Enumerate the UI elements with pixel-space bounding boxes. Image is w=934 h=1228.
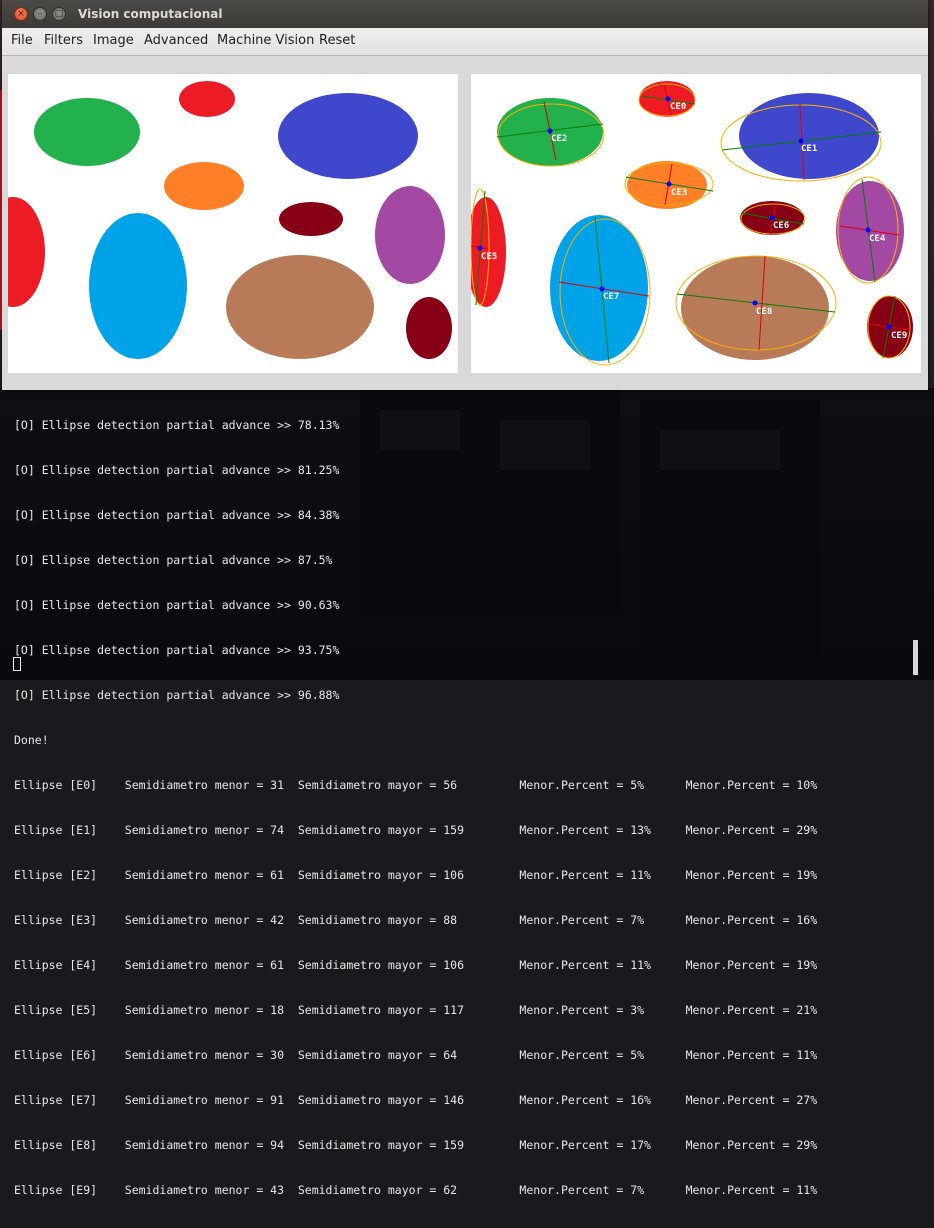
label-ce6: CE6 [773, 221, 789, 231]
menu-file[interactable]: File [11, 33, 33, 48]
terminal-line: [O] Ellipse detection partial advance >>… [14, 463, 340, 477]
terminal-cursor [13, 657, 21, 671]
ellipse-purple [375, 186, 445, 284]
center-point-e3 [666, 181, 672, 187]
label-ce8: CE8 [756, 307, 772, 317]
label-ce5: CE5 [481, 252, 497, 262]
center-point-e7 [599, 286, 605, 292]
terminal-output[interactable]: [O] Ellipse detection partial advance >>… [0, 388, 934, 1197]
ellipse-lightblue [89, 213, 187, 359]
terminal-scrollbar[interactable] [913, 640, 918, 675]
terminal-line: Ellipse [E2] Semidiametro menor = 61 Sem… [14, 868, 818, 882]
terminal-line: [O] Ellipse detection partial advance >>… [14, 508, 340, 522]
ellipse-darkred-small [279, 202, 343, 236]
label-ce1: CE1 [801, 144, 817, 154]
ellipse-brown [226, 255, 374, 359]
minimize-icon: – [37, 8, 43, 19]
label-ce0: CE0 [670, 102, 686, 112]
label-ce7: CE7 [603, 292, 619, 302]
window-title: Vision computacional [78, 7, 223, 21]
terminal-line: [O] Ellipse detection partial advance >>… [14, 643, 340, 657]
terminal-line: [O] Ellipse detection partial advance >>… [14, 553, 333, 567]
label-ce9: CE9 [891, 331, 907, 341]
center-point-e5 [477, 245, 483, 251]
terminal-line: Ellipse [E9] Semidiametro menor = 43 Sem… [14, 1183, 818, 1197]
ellipse-red-tall [8, 197, 45, 307]
label-ce3: CE3 [671, 188, 687, 198]
terminal-line: [O] Ellipse detection partial advance >>… [14, 688, 340, 702]
center-point-e2 [547, 128, 553, 134]
terminal-line: Ellipse [E4] Semidiametro menor = 61 Sem… [14, 958, 818, 972]
ellipse-blue [278, 93, 418, 179]
ellipse-darkred [406, 297, 452, 359]
original-image-pane [8, 74, 458, 373]
title-bar[interactable]: × – □ Vision computacional [2, 0, 928, 28]
ellipse-green [34, 98, 140, 166]
minimize-button[interactable]: – [33, 7, 47, 21]
terminal-line: Ellipse [E3] Semidiametro menor = 42 Sem… [14, 913, 818, 927]
terminal-line: Ellipse [E7] Semidiametro menor = 91 Sem… [14, 1093, 818, 1107]
detected-ellipse-e8 [681, 256, 829, 360]
maximize-icon: □ [54, 8, 64, 19]
maximize-button[interactable]: □ [52, 7, 66, 21]
terminal-line: Ellipse [E0] Semidiametro menor = 31 Sem… [14, 778, 818, 792]
menu-bar: File Filters Image Advanced Machine Visi… [2, 28, 928, 56]
app-window: × – □ Vision computacional File Filters … [2, 0, 928, 390]
close-button[interactable]: × [14, 7, 28, 21]
detected-ellipse-e1 [739, 93, 879, 179]
center-point-e6 [769, 215, 775, 221]
terminal-line: [O] Ellipse detection partial advance >>… [14, 598, 340, 612]
terminal-line: Ellipse [E6] Semidiametro menor = 30 Sem… [14, 1048, 818, 1062]
menu-reset[interactable]: Reset [319, 33, 355, 48]
menu-filters[interactable]: Filters [44, 33, 83, 48]
center-point-e8 [752, 300, 758, 306]
terminal-line: Ellipse [E1] Semidiametro menor = 74 Sem… [14, 823, 818, 837]
terminal-line: Done! [14, 733, 49, 747]
center-point-e9 [886, 324, 892, 330]
terminal-line: [O] Ellipse detection partial advance >>… [14, 418, 340, 432]
menu-image[interactable]: Image [93, 33, 134, 48]
close-icon: × [17, 8, 25, 19]
center-point-e1 [798, 138, 804, 144]
center-point-e0 [665, 96, 671, 102]
terminal-line: Ellipse [E8] Semidiametro menor = 94 Sem… [14, 1138, 818, 1152]
label-ce2: CE2 [551, 134, 567, 144]
detection-result-pane: CE0 CE1 CE2 CE3 CE4 CE5 CE6 CE7 CE8 CE9 [471, 74, 921, 373]
menu-machine-vision[interactable]: Machine Vision [217, 33, 314, 48]
label-ce4: CE4 [869, 234, 886, 244]
ellipse-orange [164, 162, 244, 210]
ellipse-red-small [179, 81, 235, 117]
terminal-line: Ellipse [E5] Semidiametro menor = 18 Sem… [14, 1003, 818, 1017]
menu-advanced[interactable]: Advanced [144, 33, 208, 48]
center-point-e4 [865, 227, 871, 233]
